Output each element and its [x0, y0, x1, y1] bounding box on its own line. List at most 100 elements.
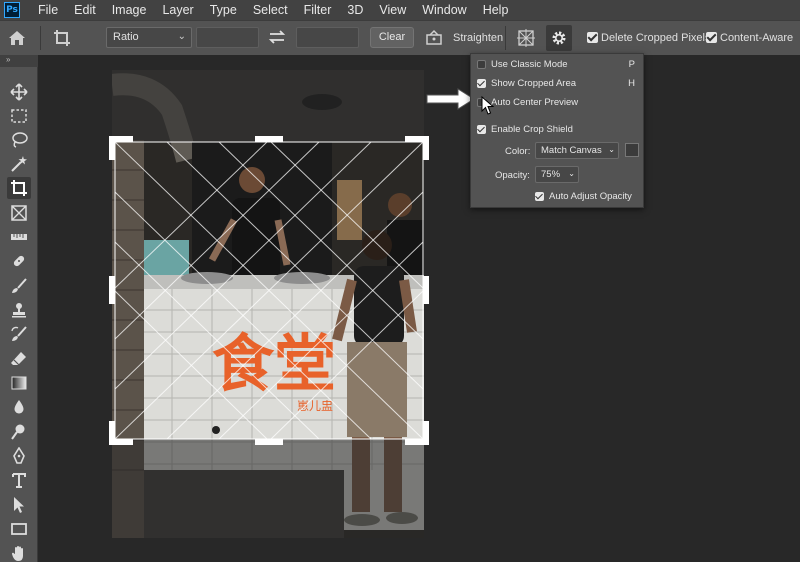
ruler-icon	[11, 234, 27, 240]
healing-brush-tool[interactable]	[7, 250, 31, 272]
menu-view[interactable]: View	[371, 0, 414, 20]
photoshop-logo: Ps	[4, 2, 20, 18]
delete-cropped-checkbox[interactable]	[587, 32, 598, 43]
menu-layer[interactable]: Layer	[154, 0, 201, 20]
history-brush-icon	[11, 326, 27, 341]
annotation-arrow-icon	[426, 88, 475, 110]
opacity-label: Opacity:	[495, 170, 530, 181]
chevron-down-icon: ⌄	[568, 169, 575, 178]
clear-button[interactable]: Clear	[370, 27, 414, 48]
marquee-icon	[11, 109, 27, 123]
clone-stamp-tool[interactable]	[7, 299, 31, 321]
chevron-down-icon: ⌄	[608, 145, 615, 154]
use-classic-mode-option[interactable]: Use Classic Mode	[477, 56, 568, 72]
menu-window[interactable]: Window	[414, 0, 474, 20]
magic-wand-tool[interactable]	[7, 153, 31, 175]
dodge-tool[interactable]	[7, 421, 31, 443]
enable-crop-shield-label: Enable Crop Shield	[491, 123, 573, 135]
frame-tool[interactable]	[7, 202, 31, 224]
move-tool[interactable]	[7, 81, 31, 103]
menu-help[interactable]: Help	[475, 0, 517, 20]
stamp-icon	[12, 303, 26, 318]
chevron-down-icon: ⌄	[177, 31, 186, 42]
opacity-value: 75%	[541, 169, 561, 180]
options-separator	[40, 26, 41, 50]
color-label: Color:	[505, 146, 531, 157]
menu-image[interactable]: Image	[104, 0, 155, 20]
arrow-pointer-icon	[14, 497, 24, 513]
enable-crop-shield-option[interactable]: Enable Crop Shield	[477, 121, 573, 137]
show-cropped-area-checkbox[interactable]	[477, 78, 486, 88]
enable-crop-shield-checkbox[interactable]	[477, 124, 486, 134]
lasso-icon	[12, 132, 28, 148]
auto-adjust-opacity-option[interactable]: Auto Adjust Opacity	[535, 188, 632, 204]
swap-icon[interactable]	[268, 28, 286, 46]
path-selection-tool[interactable]	[7, 494, 31, 516]
menu-select[interactable]: Select	[245, 0, 296, 20]
shield-color-swatch[interactable]	[625, 143, 639, 157]
gradient-tool[interactable]	[7, 372, 31, 394]
options-separator	[505, 26, 506, 50]
crop-settings-button[interactable]	[546, 25, 572, 51]
toolbar-collapse-button[interactable]: »	[0, 55, 38, 67]
height-field[interactable]	[296, 27, 359, 48]
overlay-options-icon[interactable]	[516, 28, 536, 48]
hand-tool[interactable]	[7, 542, 31, 562]
crop-icon	[54, 30, 70, 46]
delete-cropped-label[interactable]: Delete Cropped Pixels	[601, 32, 710, 44]
crop-icon	[11, 180, 27, 196]
eraser-tool[interactable]	[7, 348, 31, 370]
use-classic-mode-shortcut: P	[628, 59, 635, 70]
width-field[interactable]	[196, 27, 259, 48]
move-icon	[10, 83, 28, 101]
marquee-tool[interactable]	[7, 105, 31, 127]
content-aware-label[interactable]: Content-Aware	[720, 32, 793, 44]
color-value: Match Canvas	[541, 145, 602, 156]
ratio-value: Ratio	[113, 31, 139, 43]
mouse-pointer-icon	[481, 96, 495, 115]
crop-handle-bottom	[255, 439, 283, 445]
straighten-icon[interactable]	[425, 29, 443, 45]
type-tool[interactable]	[7, 469, 31, 491]
auto-adjust-opacity-checkbox[interactable]	[535, 191, 544, 201]
menu-file[interactable]: File	[30, 0, 66, 20]
opacity-dropdown[interactable]: 75% ⌄	[535, 166, 579, 183]
history-brush-tool[interactable]	[7, 323, 31, 345]
menu-edit[interactable]: Edit	[66, 0, 104, 20]
rectangle-tool[interactable]	[7, 518, 31, 540]
crop-tool[interactable]	[7, 177, 31, 199]
menu-type[interactable]: Type	[202, 0, 245, 20]
content-aware-checkbox[interactable]	[706, 32, 717, 43]
crop-box[interactable]	[107, 136, 431, 445]
ratio-dropdown[interactable]: Ratio ⌄	[106, 27, 192, 48]
brush-tool[interactable]	[7, 275, 31, 297]
ruler-tool[interactable]	[7, 226, 31, 248]
auto-center-preview-label: Auto Center Preview	[491, 96, 579, 108]
menu-3d[interactable]: 3D	[339, 0, 371, 20]
blur-tool[interactable]	[7, 396, 31, 418]
tools-panel	[0, 67, 38, 562]
menu-filter[interactable]: Filter	[296, 0, 340, 20]
crop-handle-top	[255, 136, 283, 142]
show-cropped-area-label: Show Cropped Area	[491, 77, 577, 89]
show-cropped-area-shortcut: H	[628, 78, 635, 89]
options-bar: Ratio ⌄ Clear Straighten Delete Cropped …	[0, 20, 800, 55]
lasso-tool[interactable]	[7, 129, 31, 151]
pen-icon	[13, 447, 25, 464]
menu-bar: Ps File Edit Image Layer Type Select Fil…	[0, 0, 800, 20]
crop-shield-bottom	[112, 439, 424, 538]
pen-tool[interactable]	[7, 445, 31, 467]
dodge-icon	[11, 424, 25, 440]
tool-preset-picker[interactable]	[47, 23, 77, 53]
show-cropped-area-option[interactable]: Show Cropped Area	[477, 75, 576, 91]
drop-icon	[14, 400, 24, 414]
brush-icon	[12, 278, 27, 293]
straighten-label[interactable]: Straighten	[453, 32, 503, 44]
color-dropdown[interactable]: Match Canvas ⌄	[535, 142, 619, 159]
magic-wand-icon	[11, 156, 27, 172]
use-classic-mode-checkbox[interactable]	[477, 59, 486, 69]
use-classic-mode-label: Use Classic Mode	[491, 58, 568, 70]
crop-handle-left	[109, 276, 115, 304]
type-icon	[12, 473, 26, 488]
home-button[interactable]	[0, 21, 34, 55]
